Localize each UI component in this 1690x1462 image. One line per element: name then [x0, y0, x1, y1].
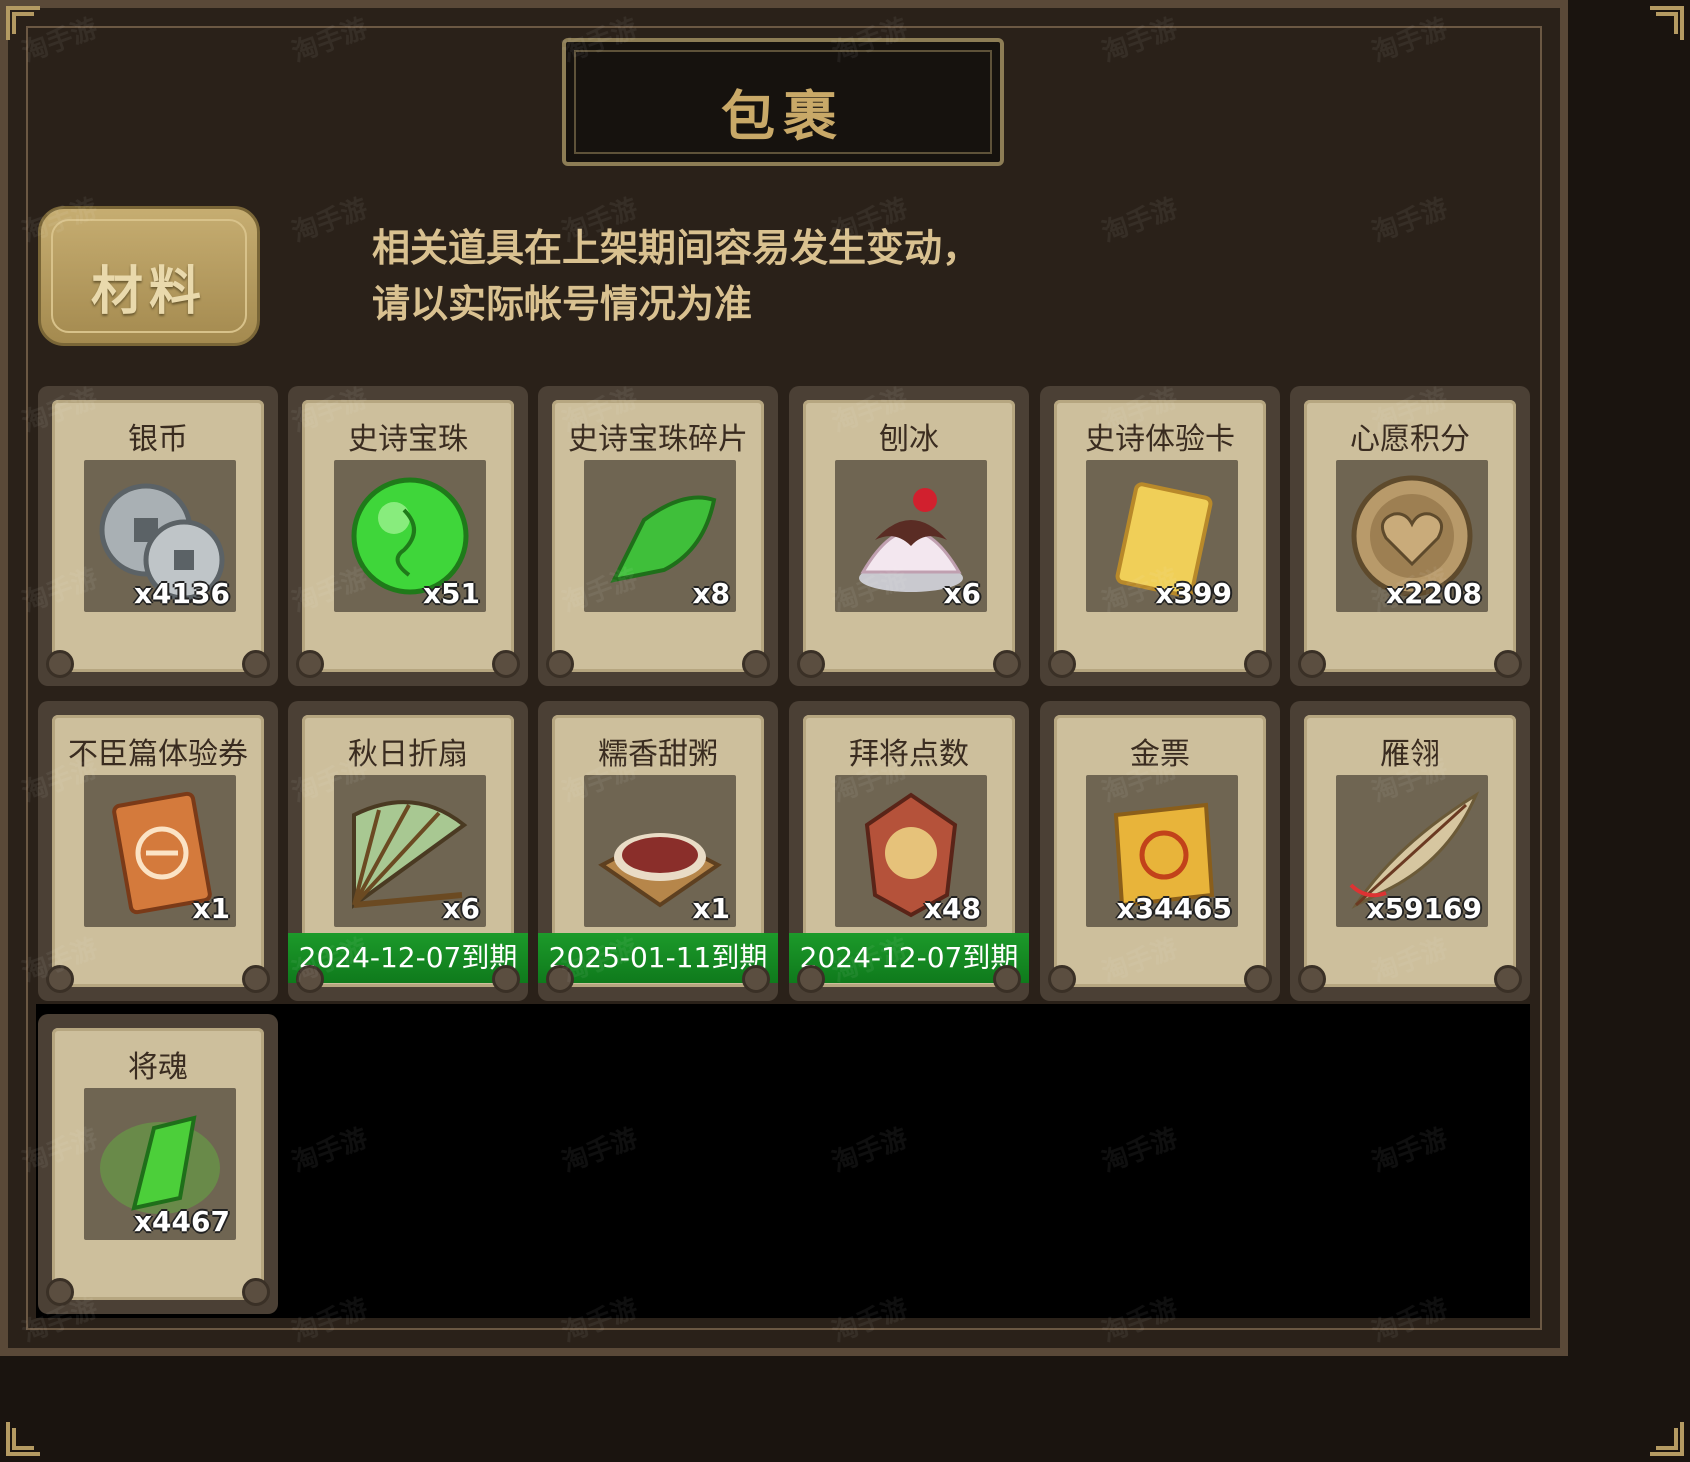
card-corner-ornament — [1048, 965, 1076, 993]
inventory-item[interactable]: 史诗体验卡 x399 — [1040, 386, 1280, 686]
card-corner-ornament — [242, 1278, 270, 1306]
notice-line-2: 请以实际帐号情况为准 — [372, 282, 753, 326]
card-corner-ornament — [993, 650, 1021, 678]
item-quantity: x48 — [923, 892, 981, 925]
item-quantity: x4467 — [134, 1205, 230, 1238]
page-title: 包裹 — [721, 84, 845, 148]
title-plate: 包裹 — [562, 38, 1004, 166]
inventory-item[interactable]: 刨冰 x6 — [789, 386, 1029, 686]
item-name: 史诗体验卡 — [1085, 422, 1235, 457]
item-name: 拜将点数 — [849, 737, 969, 772]
card-corner-ornament — [46, 650, 74, 678]
item-name: 将魂 — [128, 1050, 188, 1085]
item-quantity: x1 — [692, 892, 730, 925]
card-corner-ornament — [242, 650, 270, 678]
card-corner-ornament — [1298, 650, 1326, 678]
inventory-item[interactable]: 银币 x4136 — [38, 386, 278, 686]
card-corner-ornament — [1244, 965, 1272, 993]
green-crystal-icon: x4467 — [84, 1088, 236, 1240]
corner-ornament-icon — [6, 1422, 40, 1456]
porridge-icon: x1 — [584, 775, 736, 927]
item-quantity: x1 — [192, 892, 230, 925]
item-quantity: x51 — [422, 577, 480, 610]
notice-line-1: 相关道具在上架期间容易发生变动， — [372, 226, 981, 270]
card-corner-ornament — [1494, 650, 1522, 678]
item-quantity: x4136 — [134, 577, 230, 610]
tab-materials-label: 材料 — [90, 261, 207, 322]
corner-ornament-icon — [1650, 6, 1684, 40]
corner-ornament-icon — [1650, 1422, 1684, 1456]
notice-text: 相关道具在上架期间容易发生变动， 请以实际帐号情况为准 — [372, 220, 1072, 332]
card-corner-ornament — [742, 965, 770, 993]
card-corner-ornament — [797, 965, 825, 993]
card-corner-ornament — [546, 650, 574, 678]
item-quantity: x6 — [943, 577, 981, 610]
feather-icon: x59169 — [1336, 775, 1488, 927]
item-quantity: x59169 — [1366, 892, 1482, 925]
item-name: 刨冰 — [879, 422, 939, 457]
card-corner-ornament — [296, 650, 324, 678]
card-corner-ornament — [797, 650, 825, 678]
item-name: 糯香甜粥 — [598, 737, 718, 772]
card-corner-ornament — [1494, 965, 1522, 993]
card-corner-ornament — [1048, 650, 1076, 678]
card-corner-ornament — [492, 965, 520, 993]
inventory-item[interactable]: 史诗宝珠 x51 — [288, 386, 528, 686]
inventory-item[interactable]: 将魂 x4467 — [38, 1014, 278, 1314]
card-corner-ornament — [242, 965, 270, 993]
item-quantity: x8 — [692, 577, 730, 610]
card-corner-ornament — [1298, 965, 1326, 993]
card-corner-ornament — [1244, 650, 1272, 678]
inventory-item[interactable]: 心愿积分 x2208 — [1290, 386, 1530, 686]
card-corner-ornament — [993, 965, 1021, 993]
card-corner-ornament — [742, 650, 770, 678]
card-corner-ornament — [492, 650, 520, 678]
silver-coin-icon: x4136 — [84, 460, 236, 612]
item-quantity: x34465 — [1116, 892, 1232, 925]
item-quantity: x6 — [442, 892, 480, 925]
folding-fan-icon: x6 — [334, 775, 486, 927]
ticket-icon: x1 — [84, 775, 236, 927]
